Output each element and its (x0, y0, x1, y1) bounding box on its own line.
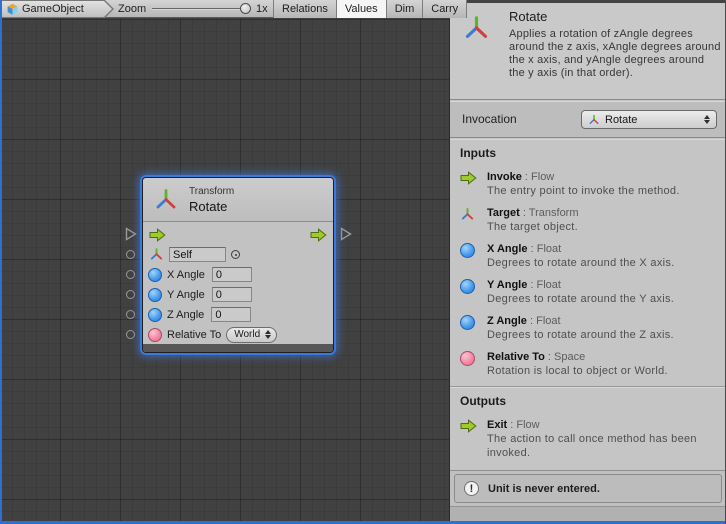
flow-arrow-icon (460, 171, 477, 185)
float-port-icon[interactable] (148, 268, 162, 282)
relative-to-input-socket[interactable] (126, 330, 135, 339)
relative-to-dropdown[interactable]: World (226, 327, 277, 343)
caret-updown-icon (704, 115, 710, 124)
graph-toolbar: GameObject Zoom 1x Relations Values Dim … (0, 0, 450, 18)
bolt-graph-window: GameObject Zoom 1x Relations Values Dim … (0, 0, 726, 524)
tab-values[interactable]: Values (336, 0, 386, 18)
x-angle-label: X Angle (167, 269, 205, 281)
x-angle-field[interactable] (212, 267, 252, 282)
outputs-header: Outputs (460, 394, 726, 408)
inspector-footer (450, 506, 726, 521)
tab-relations[interactable]: Relations (273, 0, 336, 18)
port-item-invoke: Invoke : Flow The entry point to invoke … (460, 170, 718, 198)
space-port-icon (460, 351, 475, 366)
port-item-relative-to: Relative To : Space Rotation is local to… (460, 350, 718, 378)
port-item-x-angle: X Angle : Float Degrees to rotate around… (460, 242, 718, 270)
flow-output-socket-icon[interactable] (340, 227, 352, 241)
port-item-y-angle: Y Angle : Float Degrees to rotate around… (460, 278, 718, 306)
window-border-left (0, 0, 2, 524)
relative-to-value: World (234, 329, 260, 340)
z-angle-input-socket[interactable] (126, 310, 135, 319)
transform-axes-icon (588, 114, 600, 126)
float-port-icon (460, 243, 475, 258)
relative-to-row: Relative To World (143, 326, 333, 343)
float-port-icon (460, 279, 475, 294)
breadcrumb-label: GameObject (22, 3, 84, 15)
object-picker-icon[interactable] (231, 250, 240, 259)
warning-box: ! Unit is never entered. (454, 474, 722, 503)
y-angle-label: Y Angle (167, 289, 205, 301)
target-input-socket[interactable] (126, 250, 135, 259)
invocation-label: Invocation (462, 112, 517, 126)
invocation-dropdown[interactable]: Rotate (581, 110, 717, 129)
float-port-icon[interactable] (148, 288, 162, 302)
warning-text: Unit is never entered. (488, 483, 600, 495)
x-angle-input-socket[interactable] (126, 270, 135, 279)
port-item-target: Target : Transform The target object. (460, 206, 718, 234)
inspector-title: Rotate (509, 9, 547, 24)
zoom-slider-track[interactable] (152, 8, 248, 10)
inputs-header: Inputs (460, 146, 726, 160)
z-angle-field[interactable] (211, 307, 251, 322)
float-port-icon (460, 315, 475, 330)
transform-axes-icon[interactable] (149, 247, 164, 262)
graph-canvas[interactable]: Transform Rotate (0, 19, 450, 524)
y-angle-row: Y Angle (143, 286, 333, 303)
zoom-slider-handle[interactable] (240, 3, 251, 14)
section-divider (450, 386, 726, 387)
transform-axes-icon (463, 15, 490, 42)
breadcrumb[interactable]: GameObject (2, 0, 114, 18)
float-port-icon[interactable] (148, 308, 162, 322)
z-angle-row: Z Angle (143, 306, 333, 323)
z-angle-label: Z Angle (167, 309, 204, 321)
inspector-description: Applies a rotation of zAngle degrees aro… (509, 28, 721, 80)
node-category: Transform (189, 186, 234, 197)
tab-carry[interactable]: Carry (422, 0, 467, 18)
tab-dim[interactable]: Dim (386, 0, 423, 18)
invocation-section: Invocation Rotate (450, 101, 726, 138)
node-header[interactable]: Transform Rotate (143, 178, 333, 222)
x-angle-row: X Angle (143, 266, 333, 283)
target-field[interactable] (169, 247, 226, 262)
flow-input-port-icon[interactable] (149, 228, 166, 242)
toolbar-tabs: Relations Values Dim Carry (273, 0, 467, 18)
node-footer (143, 344, 333, 352)
zoom-value: 1x (256, 3, 268, 15)
invocation-value: Rotate (605, 114, 637, 126)
flow-input-socket-icon[interactable] (125, 227, 137, 241)
transform-axes-icon (154, 188, 178, 212)
inspector-header: Rotate Applies a rotation of zAngle degr… (450, 3, 726, 100)
caret-updown-icon (265, 330, 271, 339)
zoom-label: Zoom (118, 3, 146, 15)
inspector-body: Inputs Invoke : Flow The entry point to … (450, 139, 726, 470)
flow-row (143, 226, 333, 243)
gameobject-cube-icon (6, 3, 19, 16)
flow-output-port-icon[interactable] (310, 228, 327, 242)
port-item-z-angle: Z Angle : Float Degrees to rotate around… (460, 314, 718, 342)
port-item-exit: Exit : Flow The action to call once meth… (460, 418, 718, 460)
y-angle-input-socket[interactable] (126, 290, 135, 299)
rotate-node[interactable]: Transform Rotate (143, 178, 333, 352)
node-title: Rotate (189, 199, 227, 214)
target-row (143, 246, 333, 263)
inspector-panel: Rotate Applies a rotation of zAngle degr… (450, 0, 726, 524)
space-port-icon[interactable] (148, 328, 162, 342)
flow-arrow-icon (460, 419, 477, 433)
warning-section: ! Unit is never entered. (450, 470, 726, 506)
warning-bubble-icon: ! (464, 481, 479, 496)
y-angle-field[interactable] (212, 287, 252, 302)
relative-to-label: Relative To (167, 329, 221, 341)
transform-axes-icon (460, 207, 475, 222)
